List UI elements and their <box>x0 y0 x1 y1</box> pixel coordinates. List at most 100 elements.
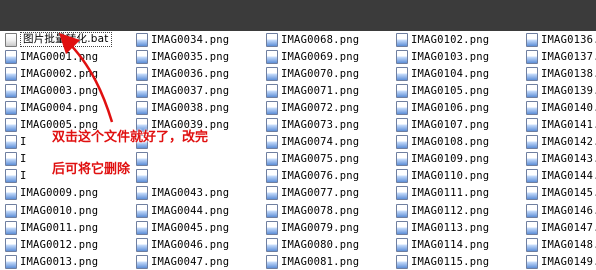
file-item[interactable]: I <box>5 151 27 168</box>
file-name: IMAG0073.png <box>281 119 360 131</box>
file-name: IMAG0147.png <box>541 221 596 234</box>
file-item[interactable]: IMAG0111.png <box>396 185 489 202</box>
file-item[interactable]: IMAG0003.png <box>5 82 98 99</box>
png-file-icon <box>396 135 408 150</box>
file-name: IMAG0001.png <box>20 50 99 63</box>
file-item[interactable]: IMAG0044.png <box>136 202 229 219</box>
file-item[interactable]: IMAG0072.png <box>266 99 359 116</box>
file-item[interactable]: IMAG0112.png <box>396 202 489 219</box>
file-item[interactable]: IMAG0108.png <box>396 134 489 151</box>
file-item[interactable]: IMAG0011.png <box>5 219 98 236</box>
file-item[interactable]: IMAG0109.png <box>396 151 489 168</box>
file-item[interactable]: IMAG0001.png <box>5 48 98 65</box>
png-file-icon <box>5 169 17 184</box>
file-name: IMAG0071.png <box>281 84 360 97</box>
file-item[interactable]: IMAG0047.png <box>136 253 229 270</box>
file-item[interactable]: IMAG0137.png <box>526 48 596 65</box>
file-name: IMAG0078.png <box>281 204 360 217</box>
file-item[interactable]: IMAG0106.png <box>396 99 489 116</box>
file-item[interactable]: IMAG0037.png <box>136 82 229 99</box>
file-item[interactable]: IMAG0013.png <box>5 253 98 270</box>
file-name: IMAG0148.png <box>541 238 596 251</box>
file-item[interactable]: IMAG0068.png <box>266 31 359 48</box>
file-item[interactable]: IMAG0080.png <box>266 236 359 253</box>
file-name: IMAG0106.png <box>411 101 490 114</box>
png-file-icon <box>396 32 408 47</box>
file-item[interactable]: IMAG0078.png <box>266 202 359 219</box>
file-item[interactable]: IMAG0039.png <box>136 117 229 134</box>
png-file-icon <box>526 203 538 218</box>
png-file-icon <box>526 220 538 235</box>
file-item[interactable]: 图片批量转化.bat <box>5 31 112 48</box>
file-item[interactable]: IMAG0113.png <box>396 219 489 236</box>
batch-file-icon <box>5 32 17 47</box>
file-item[interactable]: IMAG0036.png <box>136 65 229 82</box>
file-name: IMAG0110.png <box>411 170 490 183</box>
file-item[interactable] <box>136 151 151 168</box>
file-item[interactable]: IMAG0010.png <box>5 202 98 219</box>
file-item[interactable]: IMAG0045.png <box>136 219 229 236</box>
file-item[interactable]: IMAG0074.png <box>266 134 359 151</box>
png-file-icon <box>5 186 17 201</box>
file-item[interactable]: IMAG0034.png <box>136 31 229 48</box>
file-item[interactable]: IMAG0105.png <box>396 82 489 99</box>
file-item[interactable]: IMAG0140.png <box>526 99 596 116</box>
file-name: IMAG0115.png <box>411 255 490 268</box>
file-item[interactable]: IMAG0070.png <box>266 65 359 82</box>
file-item[interactable]: IMAG0141.png <box>526 117 596 134</box>
png-file-icon <box>266 32 278 47</box>
file-item[interactable]: IMAG0104.png <box>396 65 489 82</box>
file-name: IMAG0012.png <box>20 238 99 251</box>
file-item[interactable]: IMAG0146.png <box>526 202 596 219</box>
file-name: IMAG0003.png <box>20 84 99 97</box>
file-item[interactable]: IMAG0071.png <box>266 82 359 99</box>
file-name: IMAG0143.png <box>541 153 596 166</box>
png-file-icon <box>526 186 538 201</box>
file-item[interactable]: IMAG0081.png <box>266 253 359 270</box>
file-item[interactable]: IMAG0046.png <box>136 236 229 253</box>
file-item[interactable]: IMAG0043.png <box>136 185 229 202</box>
file-item[interactable]: I <box>5 134 27 151</box>
file-item[interactable]: IMAG0009.png <box>5 185 98 202</box>
file-item[interactable]: IMAG0005.png <box>5 117 98 134</box>
file-name: IMAG0004.png <box>20 101 99 114</box>
file-item[interactable]: IMAG0102.png <box>396 31 489 48</box>
file-item[interactable]: IMAG0115.png <box>396 253 489 270</box>
file-item[interactable]: IMAG0004.png <box>5 99 98 116</box>
file-item[interactable]: IMAG0142.png <box>526 134 596 151</box>
file-item[interactable]: IMAG0107.png <box>396 117 489 134</box>
file-item[interactable]: IMAG0138.png <box>526 65 596 82</box>
file-item[interactable]: IMAG0075.png <box>266 151 359 168</box>
file-item[interactable]: IMAG0069.png <box>266 48 359 65</box>
file-item[interactable]: IMAG0144.png <box>526 168 596 185</box>
file-name: IMAG0108.png <box>411 136 490 149</box>
file-item[interactable] <box>136 134 151 151</box>
file-item[interactable]: IMAG0139.png <box>526 82 596 99</box>
png-file-icon <box>5 254 17 269</box>
file-item[interactable] <box>136 168 151 185</box>
file-item[interactable]: IMAG0002.png <box>5 65 98 82</box>
file-item[interactable]: IMAG0103.png <box>396 48 489 65</box>
file-item[interactable]: I <box>5 168 27 185</box>
file-item[interactable]: IMAG0012.png <box>5 236 98 253</box>
png-file-icon <box>396 254 408 269</box>
png-file-icon <box>136 237 148 252</box>
png-file-icon <box>136 135 148 150</box>
file-item[interactable]: IMAG0110.png <box>396 168 489 185</box>
file-item[interactable]: IMAG0035.png <box>136 48 229 65</box>
png-file-icon <box>136 32 148 47</box>
file-item[interactable]: IMAG0076.png <box>266 168 359 185</box>
file-item[interactable]: IMAG0079.png <box>266 219 359 236</box>
file-item[interactable]: IMAG0148.png <box>526 236 596 253</box>
file-item[interactable]: IMAG0038.png <box>136 99 229 116</box>
file-item[interactable]: IMAG0114.png <box>396 236 489 253</box>
file-item[interactable]: IMAG0145.png <box>526 185 596 202</box>
file-item[interactable]: IMAG0073.png <box>266 117 359 134</box>
file-name: IMAG0002.png <box>20 67 99 80</box>
file-item[interactable]: IMAG0136.png <box>526 31 596 48</box>
file-item[interactable]: IMAG0149.png <box>526 253 596 270</box>
file-name: IMAG0072.png <box>281 101 360 114</box>
file-item[interactable]: IMAG0147.png <box>526 219 596 236</box>
file-item[interactable]: IMAG0077.png <box>266 185 359 202</box>
file-item[interactable]: IMAG0143.png <box>526 151 596 168</box>
